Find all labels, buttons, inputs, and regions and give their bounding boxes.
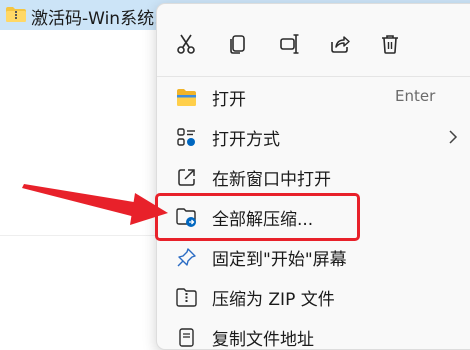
- menu-toolbar: [157, 4, 470, 76]
- menu-item-label: 复制文件地址: [212, 330, 314, 350]
- copy-button[interactable]: [221, 27, 255, 61]
- menu-item-label: 固定到"开始"屏幕: [212, 250, 347, 270]
- folder-open-icon: [177, 89, 196, 106]
- rename-icon: [280, 34, 299, 54]
- menu-item-label: 在新窗口中打开: [212, 170, 331, 190]
- zip-folder-icon: [6, 7, 26, 22]
- copy-path-icon: [179, 328, 194, 347]
- menu-item-shortcut: Enter: [395, 87, 436, 105]
- zip-file-icon: [176, 288, 197, 307]
- open-with-icon: [177, 128, 195, 146]
- menu-item-pin-to-start[interactable]: 固定到"开始"屏幕: [157, 237, 470, 277]
- cut-button[interactable]: [169, 27, 203, 61]
- file-name: 激活码-Win系统.zi: [31, 9, 174, 29]
- rename-button[interactable]: [273, 27, 307, 61]
- divider: [0, 235, 160, 236]
- menu-item-label: 打开方式: [212, 130, 280, 150]
- copy-icon: [230, 35, 245, 54]
- chevron-right-icon: [449, 130, 458, 144]
- menu-item-open-with[interactable]: 打开方式: [157, 117, 470, 157]
- menu-item-copy-path[interactable]: 复制文件地址: [157, 317, 470, 350]
- share-button[interactable]: [323, 27, 357, 61]
- pin-icon: [177, 248, 196, 267]
- highlight-box: [155, 193, 360, 241]
- delete-icon: [382, 35, 398, 54]
- menu-item-compress-zip[interactable]: 压缩为 ZIP 文件: [157, 277, 470, 317]
- cut-icon: [177, 34, 195, 54]
- share-icon: [331, 36, 350, 53]
- menu-item-label: 压缩为 ZIP 文件: [212, 290, 335, 310]
- delete-button[interactable]: [373, 27, 407, 61]
- menu-item-label: 打开: [212, 90, 246, 110]
- context-menu: 打开 Enter 打开方式 在新窗口中打开 全部解压缩... 固定到"开始"屏幕…: [156, 3, 470, 350]
- new-window-icon: [178, 169, 195, 186]
- menu-item-open-new-window[interactable]: 在新窗口中打开: [157, 157, 470, 197]
- menu-item-open[interactable]: 打开 Enter: [157, 77, 470, 117]
